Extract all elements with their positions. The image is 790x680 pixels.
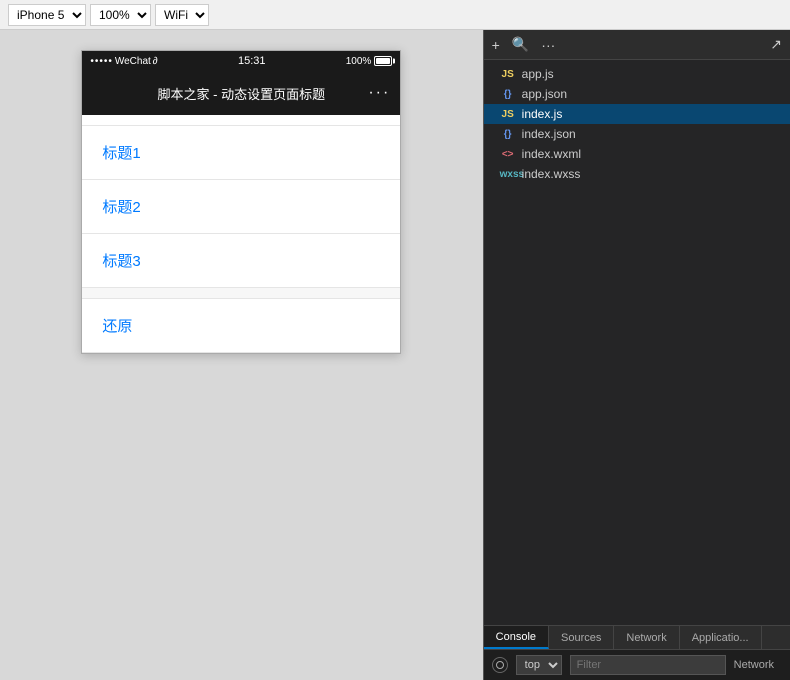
stop-button[interactable]: [492, 657, 508, 673]
navbar-more-button[interactable]: ···: [368, 84, 390, 102]
file-item-index-js[interactable]: JS index.js: [484, 104, 790, 124]
file-item-index-wxml[interactable]: <> index.wxml: [484, 144, 790, 164]
file-name-index-wxml: index.wxml: [522, 147, 581, 161]
battery-icon: [374, 56, 392, 66]
wxss-icon: wxss: [500, 169, 516, 180]
device-selector[interactable]: iPhone 5: [8, 4, 86, 26]
list-item-title3[interactable]: 标题3: [82, 234, 400, 288]
file-item-index-json[interactable]: {} index.json: [484, 124, 790, 144]
tab-sources[interactable]: Sources: [549, 626, 614, 649]
list-item-title2[interactable]: 标题2: [82, 180, 400, 234]
zoom-selector[interactable]: 100%: [90, 4, 151, 26]
search-icon[interactable]: 🔍: [512, 36, 529, 53]
phone-frame: ••••• WeChat ∂ 15:31 100% 脚本之家 - 动态设置页面标…: [81, 50, 401, 354]
main-area: ••••• WeChat ∂ 15:31 100% 脚本之家 - 动态设置页面标…: [0, 30, 790, 680]
more-icon[interactable]: ···: [541, 37, 555, 53]
battery-pct: 100%: [346, 56, 372, 67]
file-tree: JS app.js {} app.json JS index.js {} ind…: [484, 60, 790, 625]
wxml-icon: <>: [500, 149, 516, 160]
json-icon-2: {}: [500, 129, 516, 140]
add-icon[interactable]: +: [492, 37, 500, 53]
file-name-index-wxss: index.wxss: [522, 167, 581, 181]
file-item-app-json[interactable]: {} app.json: [484, 84, 790, 104]
top-toolbar: iPhone 5 100% WiFi: [0, 0, 790, 30]
right-toolbar-icons: + 🔍 ···: [492, 36, 556, 53]
filter-input[interactable]: [570, 655, 726, 675]
simulator-panel: ••••• WeChat ∂ 15:31 100% 脚本之家 - 动态设置页面标…: [0, 30, 483, 680]
json-icon: {}: [500, 89, 516, 100]
js-icon-2: JS: [500, 109, 516, 120]
tab-console[interactable]: Console: [484, 626, 549, 649]
list-item-restore[interactable]: 还原: [82, 298, 400, 353]
status-left: ••••• WeChat ∂: [90, 56, 157, 67]
status-time: 15:31: [238, 55, 266, 67]
expand-icon[interactable]: ↗: [770, 36, 782, 53]
right-panel: + 🔍 ··· ↗ JS app.js {} app.json JS index…: [483, 30, 790, 680]
network-status-label: Network: [734, 659, 774, 671]
status-right: 100%: [346, 56, 393, 67]
list-item-title1[interactable]: 标题1: [82, 125, 400, 180]
tab-network[interactable]: Network: [614, 626, 679, 649]
file-item-app-js[interactable]: JS app.js: [484, 64, 790, 84]
stop-icon: [496, 661, 504, 669]
tab-application[interactable]: Applicatio...: [680, 626, 762, 649]
carrier-label: WeChat: [115, 56, 151, 67]
file-item-index-wxss[interactable]: wxss index.wxss: [484, 164, 790, 184]
context-selector[interactable]: top: [516, 655, 562, 675]
wifi-icon: ∂: [153, 56, 158, 67]
phone-content: 标题1 标题2 标题3 还原: [82, 125, 400, 353]
devtools-tabs: Console Sources Network Applicatio...: [484, 626, 790, 650]
devtools-bottom-bar: top Network: [484, 650, 790, 680]
devtools-panel: Console Sources Network Applicatio... to…: [484, 625, 790, 680]
battery-fill: [376, 58, 390, 64]
phone-status-bar: ••••• WeChat ∂ 15:31 100%: [82, 51, 400, 71]
file-name-index-json: index.json: [522, 127, 576, 141]
file-name-index-js: index.js: [522, 107, 563, 121]
top-select-wrapper: top: [516, 655, 562, 675]
file-name-app-json: app.json: [522, 87, 567, 101]
navbar-title: 脚本之家 - 动态设置页面标题: [158, 84, 326, 103]
right-toolbar: + 🔍 ··· ↗: [484, 30, 790, 60]
js-icon: JS: [500, 69, 516, 80]
file-name-app-js: app.js: [522, 67, 554, 81]
signal-dots: •••••: [90, 56, 113, 67]
network-selector[interactable]: WiFi: [155, 4, 209, 26]
wechat-navbar: 脚本之家 - 动态设置页面标题 ···: [82, 71, 400, 115]
